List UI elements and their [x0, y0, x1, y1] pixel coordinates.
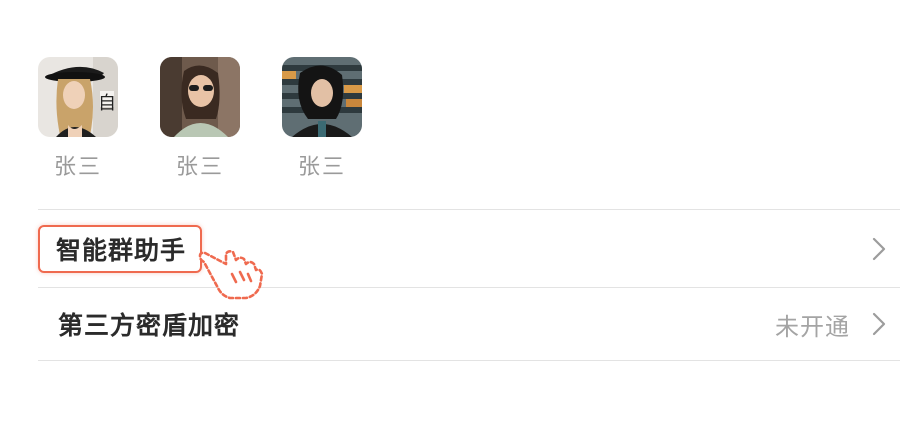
divider	[38, 360, 900, 361]
member-name: 张三	[175, 155, 224, 180]
avatar[interactable]	[282, 57, 362, 137]
smart-group-assistant-row[interactable]: 智能群助手	[38, 211, 900, 287]
divider	[38, 287, 900, 288]
row-accessory: 未开通	[775, 307, 900, 342]
row-accessory	[872, 237, 900, 261]
member-name: 张三	[297, 155, 346, 180]
member-list: ⾃ 张三 张三 张三	[38, 57, 362, 182]
third-party-encryption-row[interactable]: 第三方密盾加密 未开通	[38, 289, 900, 359]
third-party-encryption-label: 第三方密盾加密	[58, 311, 241, 340]
encryption-status-value: 未开通	[775, 312, 850, 341]
member-item[interactable]: ⾃ 张三	[38, 57, 118, 182]
avatar[interactable]	[160, 57, 240, 137]
member-item[interactable]: 张三	[160, 57, 240, 182]
smart-group-assistant-label: 智能群助手	[38, 225, 203, 273]
chevron-right-icon	[872, 312, 886, 336]
avatar[interactable]: ⾃	[38, 57, 118, 137]
chevron-right-icon	[872, 237, 886, 261]
svg-text:⾃: ⾃	[98, 93, 116, 114]
member-item[interactable]: 张三	[282, 57, 362, 182]
member-name: 张三	[53, 155, 102, 180]
divider	[38, 209, 900, 210]
